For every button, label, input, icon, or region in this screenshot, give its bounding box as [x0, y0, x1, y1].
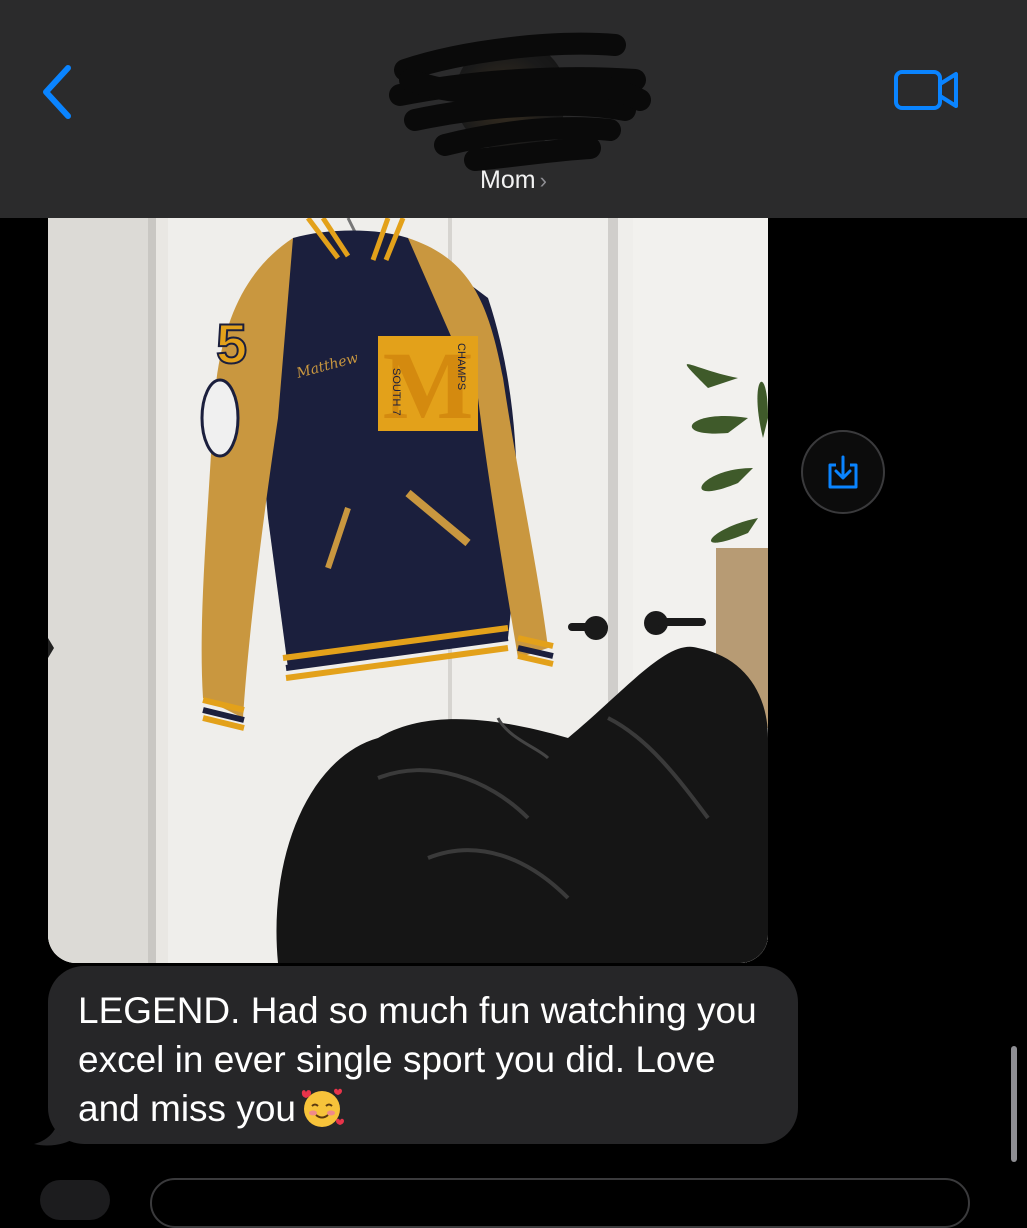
chevron-left-icon	[43, 65, 71, 119]
save-photo-button[interactable]	[801, 430, 885, 514]
back-button[interactable]	[36, 62, 76, 122]
chevron-right-icon: ›	[539, 168, 547, 193]
jacket-number: 5	[216, 312, 247, 375]
message-input[interactable]	[150, 1178, 970, 1228]
message-text: LEGEND. Had so much fun watching you exc…	[78, 990, 757, 1129]
jacket-photo: M SOUTH 7 CHAMPS Matthew 5	[48, 218, 768, 963]
video-camera-icon	[894, 70, 958, 110]
redaction-scribble	[389, 32, 651, 171]
contact-name-button[interactable]: Mom ›	[0, 166, 1027, 195]
message-bubble[interactable]: LEGEND. Had so much fun watching you exc…	[48, 966, 798, 1144]
smiling-face-with-hearts-icon	[301, 1088, 344, 1127]
jacket-patch-right: CHAMPS	[455, 343, 467, 390]
contact-name: Mom	[480, 166, 536, 194]
apps-button[interactable]	[40, 1180, 110, 1220]
jacket-patch-left: SOUTH 7	[390, 368, 402, 416]
photo-attachment[interactable]: M SOUTH 7 CHAMPS Matthew 5	[48, 218, 768, 963]
video-call-button[interactable]	[892, 66, 962, 114]
scroll-indicator[interactable]	[1011, 1046, 1017, 1162]
save-to-photos-icon	[828, 455, 858, 489]
conversation-header: Mom ›	[0, 0, 1027, 218]
